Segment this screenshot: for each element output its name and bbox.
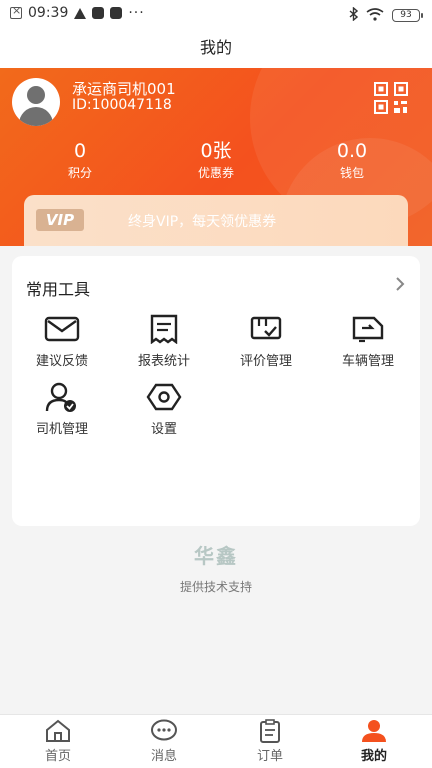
home-indicator	[36, 763, 396, 766]
vip-banner[interactable]: VIP 终身VIP，每天领优惠券	[24, 195, 408, 246]
app-notification-icon	[92, 7, 105, 19]
tool-settings[interactable]: 设置	[114, 382, 214, 437]
stat-coupons[interactable]: 0张 优惠券	[156, 140, 276, 181]
nav-home[interactable]: 首页	[4, 715, 112, 768]
vip-text: 终身VIP，每天领优惠券	[128, 214, 277, 230]
nav-label: 首页	[44, 749, 71, 764]
message-icon	[151, 719, 177, 741]
stat-value: 0	[73, 140, 87, 162]
tool-label: 报表统计	[137, 354, 190, 369]
nav-orders[interactable]: 订单	[216, 715, 324, 768]
user-name: 承运商司机001	[72, 80, 176, 98]
rating-icon	[250, 316, 282, 340]
nav-messages[interactable]: 消息	[110, 715, 218, 768]
notification-icon	[10, 4, 22, 19]
receipt-icon	[150, 314, 178, 344]
tools-title: 常用工具	[26, 280, 91, 299]
brand-logo: 华鑫	[194, 544, 238, 568]
qr-code-icon[interactable]	[374, 82, 408, 114]
tool-rating[interactable]: 评价管理	[216, 314, 316, 369]
status-time: 09:39	[28, 5, 69, 21]
settings-icon	[146, 383, 182, 411]
status-bar: 09:39 ··· 93	[0, 0, 432, 28]
stat-wallet[interactable]: 0.0 钱包	[292, 140, 412, 181]
nav-label: 订单	[256, 749, 283, 764]
nav-label: 我的	[360, 749, 387, 764]
tool-label: 设置	[150, 422, 177, 437]
profile-icon	[362, 720, 386, 742]
support-text: 提供技术支持	[179, 580, 252, 594]
wifi-icon	[366, 6, 384, 25]
tool-driver[interactable]: 司机管理	[12, 382, 112, 437]
tool-label: 车辆管理	[341, 354, 394, 369]
more-notifications-icon: ···	[128, 5, 145, 21]
tool-label: 评价管理	[239, 354, 292, 369]
user-id: ID:100047118	[72, 97, 172, 113]
stat-value: 0张	[200, 140, 232, 162]
nav-label: 消息	[150, 749, 177, 764]
chevron-right-icon[interactable]	[394, 276, 406, 292]
tool-label: 建议反馈	[35, 354, 88, 369]
page-title: 我的	[0, 28, 432, 68]
nav-profile[interactable]: 我的	[320, 715, 428, 768]
stat-label: 积分	[67, 166, 92, 180]
tool-feedback[interactable]: 建议反馈	[12, 314, 112, 369]
driver-icon	[45, 382, 76, 412]
vip-badge: VIP	[36, 209, 84, 231]
bottom-nav: 首页 消息 订单 我的	[0, 714, 432, 768]
tool-report[interactable]: 报表统计	[114, 314, 214, 369]
stat-label: 钱包	[339, 166, 364, 180]
truck-icon	[352, 316, 384, 343]
tool-vehicle[interactable]: 车辆管理	[318, 314, 418, 369]
home-icon	[46, 719, 70, 742]
warning-icon	[74, 7, 87, 19]
tools-card: 常用工具 建议反馈 报表统计 评价管理 车辆管理 司机管理 设置	[12, 256, 420, 526]
stat-points[interactable]: 0 积分	[20, 140, 140, 181]
video-notification-icon	[110, 7, 123, 19]
mail-icon	[44, 316, 80, 342]
profile-header: 承运商司机001 ID:100047118 0 积分 0张 优惠券 0.0 钱包…	[0, 68, 432, 246]
order-icon	[260, 719, 280, 743]
battery-icon: 93	[392, 9, 423, 22]
stat-value: 0.0	[336, 140, 368, 162]
tool-label: 司机管理	[35, 422, 88, 437]
avatar[interactable]	[12, 78, 60, 126]
stat-label: 优惠券	[197, 166, 234, 180]
bluetooth-icon	[349, 5, 359, 25]
